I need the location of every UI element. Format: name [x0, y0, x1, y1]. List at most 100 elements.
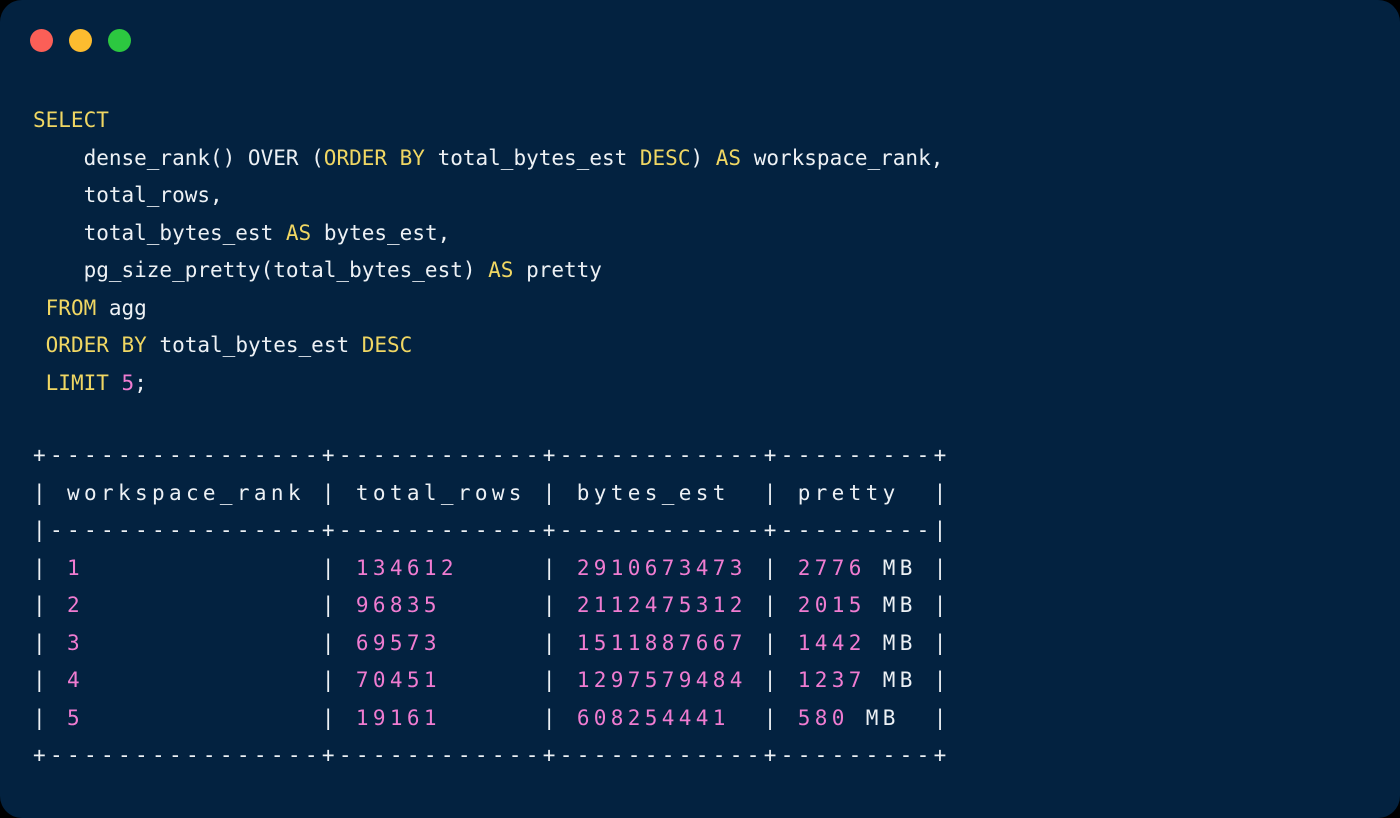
- table-row-segment: 1: [67, 556, 84, 580]
- table-row-segment: |: [441, 593, 577, 617]
- sql-line: total_rows,: [33, 177, 943, 215]
- table-row-segment: MB |: [866, 556, 951, 580]
- sql-line-segment: total_bytes_est: [425, 146, 640, 170]
- window-controls: [30, 29, 131, 52]
- table-row-segment: |: [84, 631, 356, 655]
- table-row-segment: 2015: [798, 593, 866, 617]
- table-row-segment: 69573: [356, 631, 441, 655]
- sql-line-segment: AS: [716, 146, 741, 170]
- sql-line-segment: total_rows,: [33, 183, 223, 207]
- sql-line-segment: SELECT: [33, 108, 109, 132]
- sql-line-segment: ;: [134, 371, 147, 395]
- table-row-segment: |: [458, 556, 577, 580]
- table-row: +----------------+------------+---------…: [33, 437, 951, 475]
- query-result-table: +----------------+------------+---------…: [33, 437, 951, 775]
- table-row-segment: 2112475312: [577, 593, 747, 617]
- table-row-segment: 608254441: [577, 706, 730, 730]
- table-row-segment: |: [33, 668, 67, 692]
- sql-line-segment: [109, 371, 122, 395]
- sql-line-segment: ORDER BY: [46, 333, 147, 357]
- table-row-segment: 580: [798, 706, 849, 730]
- sql-line: total_bytes_est AS bytes_est,: [33, 215, 943, 253]
- sql-line-segment: DESC: [362, 333, 413, 357]
- table-row-segment: |: [84, 593, 356, 617]
- table-row: +----------------+------------+---------…: [33, 737, 951, 775]
- terminal-window: SELECT dense_rank() OVER (ORDER BY total…: [0, 0, 1400, 818]
- table-row-segment: |----------------+------------+---------…: [33, 518, 951, 542]
- table-row-segment: |: [84, 668, 356, 692]
- table-row-segment: |: [84, 556, 356, 580]
- sql-line: SELECT: [33, 102, 943, 140]
- table-row-segment: |: [747, 593, 798, 617]
- sql-line-segment: ORDER BY: [324, 146, 425, 170]
- sql-line: ORDER BY total_bytes_est DESC: [33, 327, 943, 365]
- table-row-segment: 1442: [798, 631, 866, 655]
- sql-line-segment: AS: [286, 221, 311, 245]
- sql-line-segment: agg: [96, 296, 147, 320]
- table-row-segment: | workspace_rank | total_rows | bytes_es…: [33, 481, 951, 505]
- table-row: | 2 | 96835 | 2112475312 | 2015 MB |: [33, 587, 951, 625]
- table-row-segment: |: [441, 668, 577, 692]
- table-row-segment: MB |: [866, 668, 951, 692]
- table-row-segment: |: [747, 631, 798, 655]
- sql-line-segment: bytes_est,: [311, 221, 450, 245]
- sql-line: pg_size_pretty(total_bytes_est) AS prett…: [33, 252, 943, 290]
- sql-line-segment: [33, 296, 46, 320]
- table-row-segment: 19161: [356, 706, 441, 730]
- table-row: | 3 | 69573 | 1511887667 | 1442 MB |: [33, 625, 951, 663]
- table-row-segment: 1511887667: [577, 631, 747, 655]
- sql-line: FROM agg: [33, 290, 943, 328]
- table-row-segment: |: [441, 631, 577, 655]
- sql-line-segment: FROM: [46, 296, 97, 320]
- table-row-segment: |: [747, 556, 798, 580]
- close-button-icon[interactable]: [30, 29, 53, 52]
- table-row: |----------------+------------+---------…: [33, 512, 951, 550]
- table-row-segment: 2910673473: [577, 556, 747, 580]
- sql-line-segment: [33, 371, 46, 395]
- table-row-segment: 2: [67, 593, 84, 617]
- table-row-segment: |: [747, 668, 798, 692]
- minimize-button-icon[interactable]: [69, 29, 92, 52]
- sql-line-segment: dense_rank() OVER (: [33, 146, 324, 170]
- table-row: | workspace_rank | total_rows | bytes_es…: [33, 475, 951, 513]
- table-row-segment: +----------------+------------+---------…: [33, 443, 951, 467]
- table-row-segment: 1237: [798, 668, 866, 692]
- table-row-segment: 134612: [356, 556, 458, 580]
- maximize-button-icon[interactable]: [108, 29, 131, 52]
- table-row-segment: |: [33, 593, 67, 617]
- sql-line-segment: pretty: [513, 258, 602, 282]
- sql-line-segment: total_bytes_est: [33, 221, 286, 245]
- sql-line-segment: total_bytes_est: [147, 333, 362, 357]
- table-row-segment: |: [84, 706, 356, 730]
- table-row-segment: 4: [67, 668, 84, 692]
- sql-line-segment: [33, 333, 46, 357]
- sql-query: SELECT dense_rank() OVER (ORDER BY total…: [33, 102, 943, 402]
- table-row-segment: |: [441, 706, 577, 730]
- sql-line-segment: workspace_rank,: [741, 146, 943, 170]
- table-row-segment: 96835: [356, 593, 441, 617]
- table-row-segment: 5: [67, 706, 84, 730]
- table-row-segment: MB |: [866, 593, 951, 617]
- sql-line-segment: pg_size_pretty(total_bytes_est): [33, 258, 488, 282]
- sql-line-segment: LIMIT: [46, 371, 109, 395]
- sql-line-segment: AS: [488, 258, 513, 282]
- sql-line-segment: 5: [122, 371, 135, 395]
- sql-line-segment: ): [690, 146, 715, 170]
- table-row-segment: 1297579484: [577, 668, 747, 692]
- table-row: | 4 | 70451 | 1297579484 | 1237 MB |: [33, 662, 951, 700]
- table-row: | 1 | 134612 | 2910673473 | 2776 MB |: [33, 550, 951, 588]
- table-row-segment: 2776: [798, 556, 866, 580]
- table-row-segment: |: [33, 556, 67, 580]
- table-row-segment: MB |: [866, 631, 951, 655]
- table-row-segment: |: [33, 631, 67, 655]
- sql-line-segment: DESC: [640, 146, 691, 170]
- table-row: | 5 | 19161 | 608254441 | 580 MB |: [33, 700, 951, 738]
- table-row-segment: +----------------+------------+---------…: [33, 743, 951, 767]
- table-row-segment: |: [730, 706, 798, 730]
- table-row-segment: 70451: [356, 668, 441, 692]
- table-row-segment: 3: [67, 631, 84, 655]
- table-row-segment: |: [33, 706, 67, 730]
- sql-line: dense_rank() OVER (ORDER BY total_bytes_…: [33, 140, 943, 178]
- table-row-segment: MB |: [849, 706, 951, 730]
- sql-line: LIMIT 5;: [33, 365, 943, 403]
